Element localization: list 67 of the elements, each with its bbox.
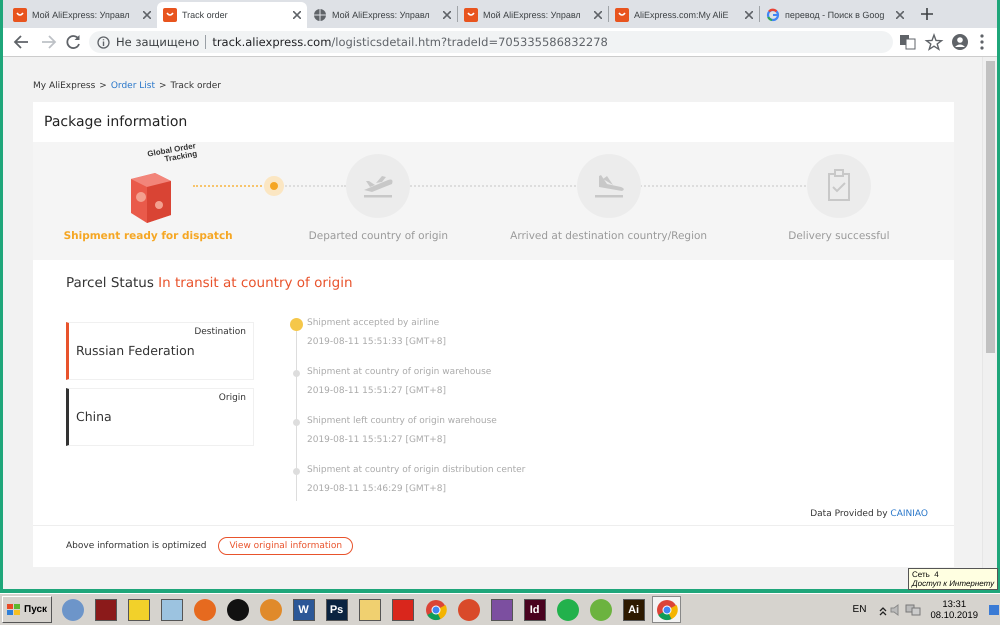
location-role: Origin	[218, 393, 246, 403]
url-text: track.aliexpress.com/logisticsdetail.htm?tradeId=705335586832278	[212, 35, 608, 49]
parcel-status: Parcel Status In transit at country of origin	[65, 274, 354, 293]
event-text: Shipment at country of origin warehouse	[307, 367, 492, 377]
browser-tab[interactable]: Мой AliExpress: Управл	[7, 2, 157, 28]
google-icon	[766, 8, 780, 22]
step-label: Delivery successful	[788, 230, 890, 242]
network-icon[interactable]	[904, 602, 922, 618]
clock[interactable]: 13:31 08.10.2019	[930, 598, 978, 620]
shopping-bag-icon	[464, 8, 478, 22]
optimized-note: Above information is optimized	[66, 541, 206, 551]
browser-tab[interactable]: перевод - Поиск в Goog	[760, 2, 910, 28]
browser-tab[interactable]: AliExpress.com:My AliE	[609, 2, 759, 28]
breadcrumb-link[interactable]: Order List	[110, 81, 155, 91]
event-time: 2019-08-11 15:51:33 [GMT+8]	[307, 337, 447, 347]
airplane-takeoff-icon	[346, 154, 410, 218]
shopping-bag-icon	[615, 8, 629, 22]
event-time: 2019-08-11 15:46:29 [GMT+8]	[307, 484, 447, 494]
event-text: Shipment at country of origin distribution center	[307, 465, 526, 475]
tooltip-title: Сеть 4	[912, 570, 940, 579]
breadcrumb-text: My AliExpress	[33, 81, 96, 91]
info-icon	[97, 36, 110, 48]
security-label: Не защищено	[116, 35, 200, 49]
location-role: Destination	[194, 327, 246, 337]
address-field[interactable]: Не защищено track.aliexpress.com/logisticsdetail.htm?tradeId=705335586832278	[89, 31, 893, 53]
scroll-thumb[interactable]	[986, 61, 994, 353]
card-title: Package information	[43, 113, 188, 132]
location-name: China	[76, 409, 113, 424]
chrome-icon	[656, 598, 678, 620]
close-icon[interactable]	[443, 11, 451, 19]
view-original-button[interactable]: View original information	[218, 537, 354, 555]
close-icon[interactable]	[896, 11, 904, 19]
badge-text: Global Order Tracking	[146, 142, 198, 166]
shopping-bag-icon	[163, 8, 177, 22]
chrome-icon	[424, 598, 447, 620]
new-tab-icon	[920, 7, 934, 21]
event-time: 2019-08-11 15:51:27 [GMT+8]	[307, 386, 447, 396]
language-indicator[interactable]: EN	[852, 604, 866, 615]
event-text: Shipment left country of origin warehouse	[307, 416, 498, 426]
location-name: Russian Federation	[76, 343, 196, 358]
event-text: Shipment accepted by airline	[307, 318, 440, 328]
account-icon[interactable]	[949, 32, 971, 52]
breadcrumb-separator: >	[158, 81, 167, 91]
clipboard-check-icon	[806, 154, 871, 218]
close-icon[interactable]	[745, 11, 753, 19]
breadcrumb-separator: >	[99, 81, 107, 91]
browser-tab[interactable]: Track order	[157, 2, 307, 28]
provider-text: Data Provided by CAINIAO	[810, 509, 928, 519]
step-label: Arrived at destination country/Region	[510, 230, 708, 242]
close-icon[interactable]	[143, 11, 151, 19]
step-label: Shipment ready for dispatch	[64, 230, 233, 242]
windows-flag-icon	[7, 604, 21, 616]
event-time: 2019-08-11 15:51:27 [GMT+8]	[307, 435, 447, 445]
breadcrumb-text: Track order	[170, 81, 221, 91]
close-icon[interactable]	[293, 11, 301, 19]
star-icon[interactable]	[923, 32, 945, 52]
airplane-landing-icon	[576, 154, 641, 218]
globe-icon	[313, 8, 327, 22]
start-button[interactable]: Пуск	[2, 596, 52, 623]
close-icon[interactable]	[594, 11, 602, 19]
provider-link[interactable]: CAINIAO	[890, 509, 928, 519]
step-label: Departed country of origin	[308, 230, 448, 242]
box-icon	[131, 173, 172, 223]
browser-tab[interactable]: Мой AliExpress: Управл	[307, 2, 457, 28]
browser-tab[interactable]: Мой AliExpress: Управл	[458, 2, 608, 28]
tooltip-text: Доступ к Интернету	[912, 579, 994, 588]
shopping-bag-icon	[13, 8, 27, 22]
